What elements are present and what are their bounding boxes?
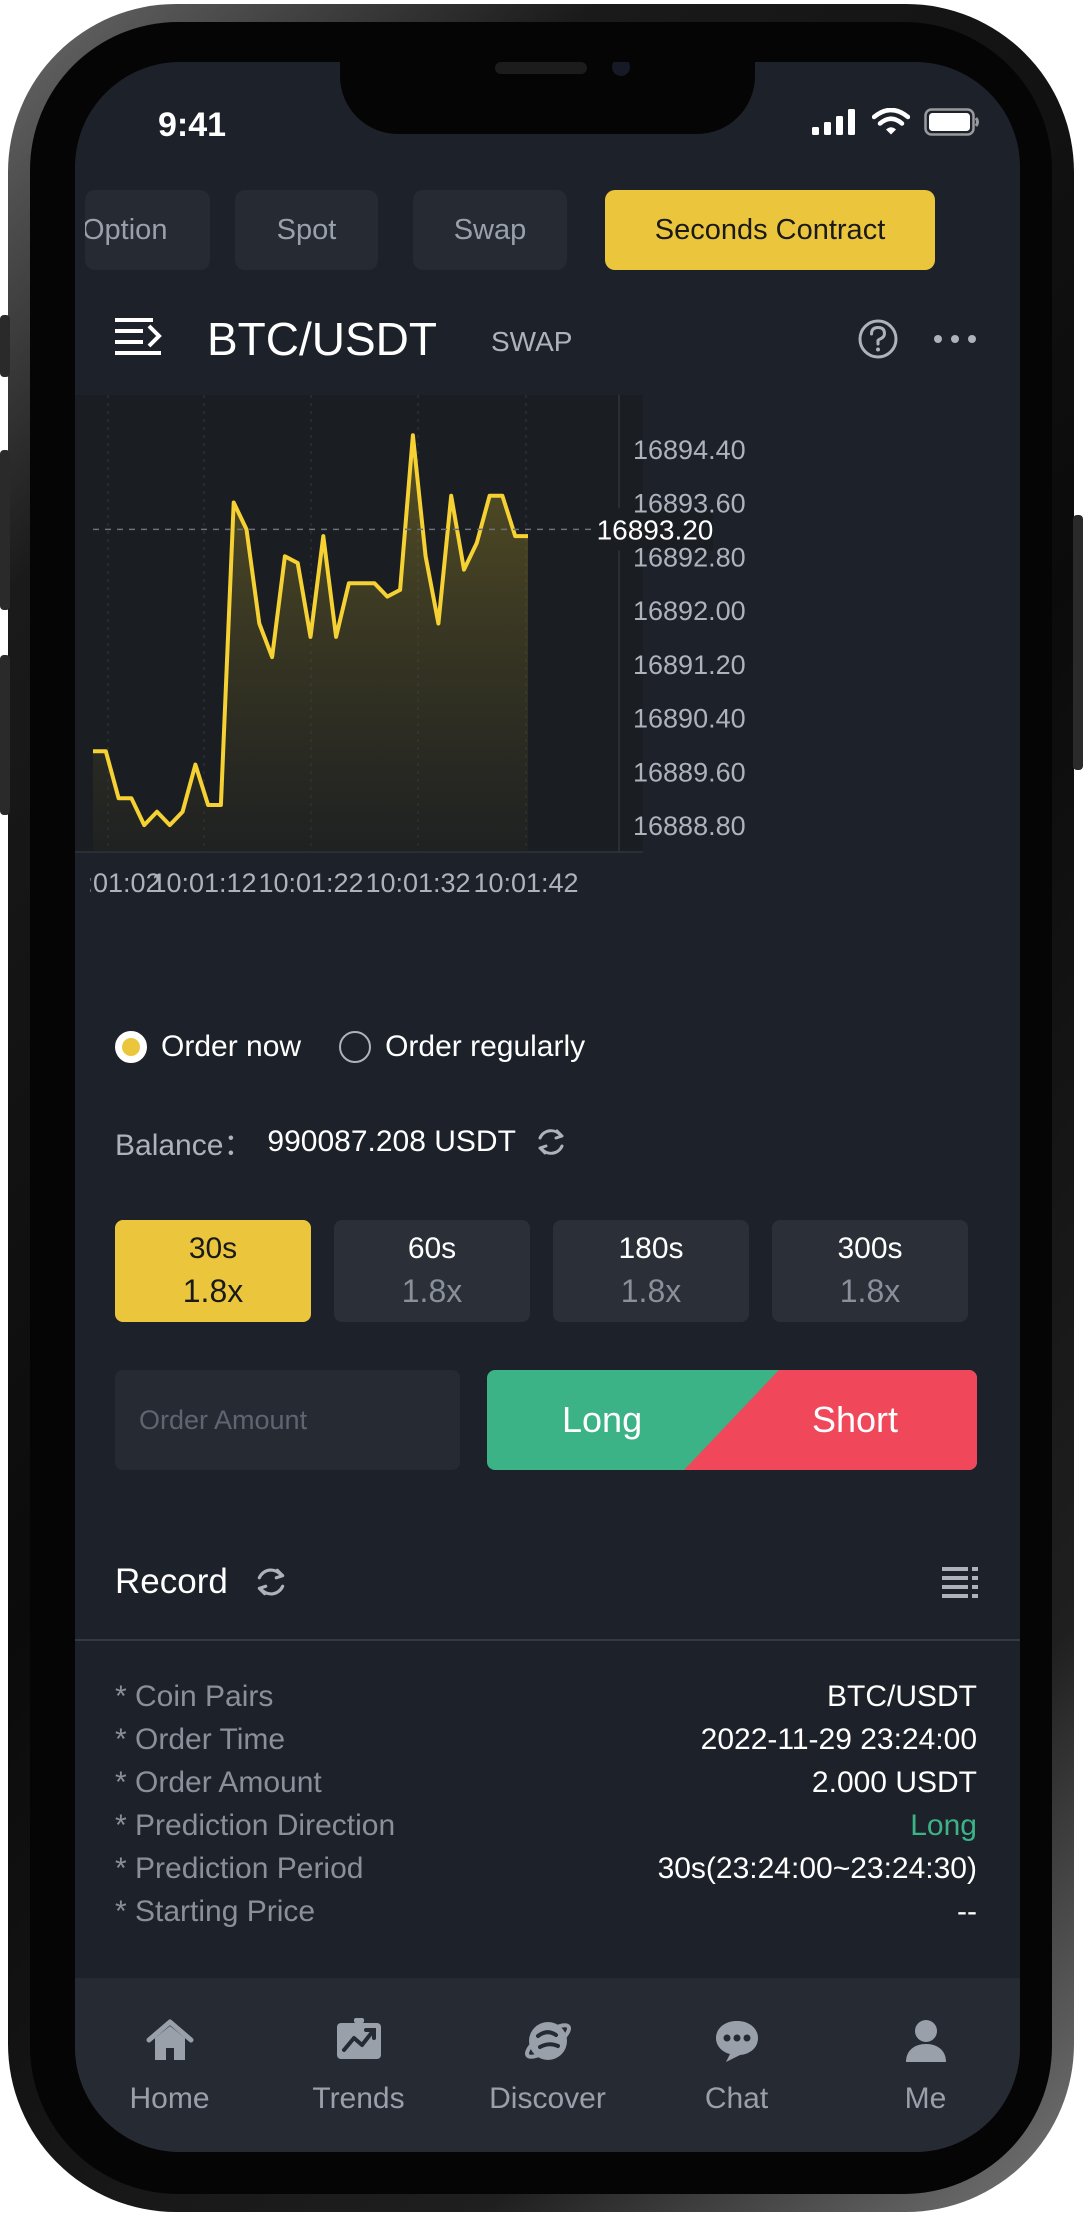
record-refresh-icon[interactable] xyxy=(253,1564,289,1600)
balance-value: 990087.208 USDT xyxy=(267,1125,516,1158)
market-type: SWAP xyxy=(491,326,573,357)
status-icons xyxy=(812,108,980,136)
x-tick-label: 10:01:12 xyxy=(151,868,256,898)
record-list-icon[interactable] xyxy=(942,1564,980,1600)
price-chart[interactable]: 16893.20 16894.40 16893.60 16892.80 16892.0… xyxy=(75,395,1020,1075)
front-camera xyxy=(612,62,630,76)
status-time: 9:41 xyxy=(158,106,227,144)
tab-seconds-contract[interactable]: Seconds Contract xyxy=(605,190,935,270)
pair-title[interactable]: BTC/USDT xyxy=(207,312,437,366)
nav-trends[interactable]: Trends xyxy=(264,1978,453,2152)
nav-me-label: Me xyxy=(904,2082,947,2115)
y-tick-label: 16892.00 xyxy=(633,596,746,626)
nav-chat[interactable]: Chat xyxy=(642,1978,831,2152)
order-type-row: Order now Order regularly xyxy=(115,1022,623,1072)
period-30s[interactable]: 30s 1.8x xyxy=(115,1220,311,1322)
x-tick-label: 10:01:42 xyxy=(473,868,578,898)
order-now-label[interactable]: Order now xyxy=(161,1030,301,1064)
short-label: Short xyxy=(812,1399,899,1440)
record-label: * Order Time xyxy=(115,1723,286,1756)
y-tick-label: 16891.20 xyxy=(633,650,746,680)
order-amount-input[interactable] xyxy=(115,1370,460,1470)
record-label: * Order Amount xyxy=(115,1766,322,1799)
period-time: 60s xyxy=(407,1232,457,1265)
volume-up-button xyxy=(0,450,10,610)
nav-home[interactable]: Home xyxy=(75,1978,264,2152)
y-tick-label: 16888.80 xyxy=(633,811,746,841)
balance-row: Balance： 990087.208 USDT xyxy=(115,1120,568,1164)
y-tick-label: 16890.40 xyxy=(633,704,746,734)
x-tick-label: 10:01:22 xyxy=(258,868,363,898)
nav-me[interactable]: Me xyxy=(831,1978,1020,2152)
nav-chat-label: Chat xyxy=(704,2082,769,2115)
power-button xyxy=(1073,515,1083,770)
wifi-icon xyxy=(872,108,910,135)
current-price-label: 16893.20 xyxy=(597,514,714,545)
record-value: Long xyxy=(910,1809,977,1842)
help-icon[interactable] xyxy=(857,318,899,360)
pair-header: BTC/USDT SWAP xyxy=(115,302,985,372)
menu-icon[interactable] xyxy=(115,316,163,356)
record-label: * Prediction Direction xyxy=(115,1809,396,1842)
record-value: 2022-11-29 23:24:00 xyxy=(700,1723,977,1756)
period-rate: 1.8x xyxy=(620,1273,682,1309)
period-rate: 1.8x xyxy=(182,1273,244,1309)
long-short-control: Long Short xyxy=(487,1370,977,1470)
speaker xyxy=(495,62,587,74)
y-tick-label: 16894.40 xyxy=(633,435,746,465)
record-label: * Coin Pairs xyxy=(115,1680,274,1713)
period-rate: 1.8x xyxy=(839,1273,901,1309)
me-icon xyxy=(906,2020,946,2062)
record-label: * Starting Price xyxy=(115,1895,316,1928)
long-label: Long xyxy=(562,1399,643,1440)
period-180s[interactable]: 180s 1.8x xyxy=(553,1220,749,1322)
mode-tabs: Option Spot Swap Seconds Contract xyxy=(85,190,985,270)
period-time: 30s xyxy=(188,1232,238,1265)
tab-spot[interactable]: Spot xyxy=(235,190,378,270)
record-divider xyxy=(75,1639,1020,1641)
order-regularly-label[interactable]: Order regularly xyxy=(385,1030,585,1064)
period-time: 300s xyxy=(837,1232,903,1265)
period-time: 180s xyxy=(618,1232,684,1265)
notch xyxy=(340,62,755,134)
nav-trends-label: Trends xyxy=(312,2082,405,2115)
chart-x-axis: 10:01:0210:01:1210:01:2210:01:3210:01:42 xyxy=(90,868,579,898)
record-label: * Prediction Period xyxy=(115,1852,364,1885)
trends-icon xyxy=(337,2018,381,2059)
nav-discover[interactable]: Discover xyxy=(453,1978,642,2152)
bottom-nav: Home Trends Discover Chat Me xyxy=(75,1978,1020,2152)
mute-switch xyxy=(0,315,10,377)
x-tick-label: 10:01:32 xyxy=(365,868,470,898)
record-value: 30s(23:24:00~23:24:30) xyxy=(657,1852,977,1885)
order-now-radio[interactable] xyxy=(115,1031,147,1063)
record-value: BTC/USDT xyxy=(827,1680,977,1713)
record-value: -- xyxy=(957,1895,977,1928)
nav-discover-label: Discover xyxy=(489,2082,606,2115)
period-60s[interactable]: 60s 1.8x xyxy=(334,1220,530,1322)
discover-icon xyxy=(525,2022,571,2060)
period-rate: 1.8x xyxy=(401,1273,463,1309)
battery-icon xyxy=(924,108,979,136)
y-tick-label: 16893.60 xyxy=(633,489,746,519)
balance-label: Balance： xyxy=(115,1129,254,1162)
record-title: Record xyxy=(115,1562,228,1601)
refresh-icon[interactable] xyxy=(534,1125,568,1159)
signal-icon xyxy=(812,109,855,135)
more-icon[interactable] xyxy=(933,334,977,344)
phone-screen: 9:41 Option Spot Swap Seconds Contract B… xyxy=(75,62,1020,2152)
y-tick-label: 16892.80 xyxy=(633,542,746,572)
record-value: 2.000 USDT xyxy=(811,1766,977,1799)
tab-option[interactable]: Option xyxy=(85,190,210,270)
home-icon xyxy=(146,2019,194,2060)
volume-down-button xyxy=(0,655,10,815)
period-300s[interactable]: 300s 1.8x xyxy=(772,1220,968,1322)
record-row-starting-price: * Starting Price -- xyxy=(115,1886,977,1938)
tab-option-label: Option xyxy=(85,213,168,246)
chat-icon xyxy=(716,2021,758,2062)
nav-home-label: Home xyxy=(129,2082,210,2115)
y-tick-label: 16889.60 xyxy=(633,757,746,787)
order-regularly-radio[interactable] xyxy=(339,1031,372,1063)
tab-swap[interactable]: Swap xyxy=(413,190,567,270)
